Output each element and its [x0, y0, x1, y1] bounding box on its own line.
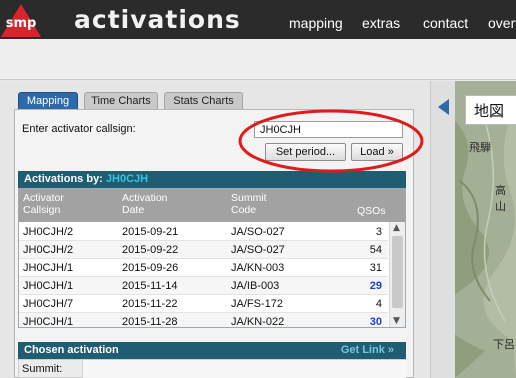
- scroll-thumb[interactable]: [392, 236, 403, 308]
- row-summit: JA/KN-022: [231, 316, 285, 328]
- table-scrollbar[interactable]: ▲ ▼: [389, 222, 405, 327]
- row-callsign: JH0CJH/1: [23, 280, 74, 292]
- site-title: activations: [74, 5, 241, 34]
- chosen-activation-header: Chosen activation Get Link »: [18, 342, 406, 359]
- activations-table: Activator Callsign Activation Date Summi…: [18, 188, 406, 328]
- terrain-icon: [455, 81, 516, 378]
- row-callsign: JH0CJH/2: [23, 226, 74, 238]
- column-qsos[interactable]: QSOs: [357, 205, 386, 217]
- nav-extras[interactable]: extras: [362, 15, 400, 31]
- nav-mapping[interactable]: mapping: [289, 15, 343, 31]
- load-button[interactable]: Load »: [351, 143, 403, 161]
- tab-stats-charts[interactable]: Stats Charts: [164, 92, 243, 110]
- activations-header-label: Activations by:: [24, 173, 103, 185]
- column-label: Date: [122, 204, 145, 216]
- table-header: Activator Callsign Activation Date Summi…: [19, 189, 405, 222]
- table-row[interactable]: JH0CJH/1 2015-09-26 JA/KN-003 31: [19, 259, 388, 277]
- row-qsos: 4: [375, 298, 382, 310]
- map-place-takayama: 高山: [495, 184, 506, 213]
- row-callsign: JH0CJH/7: [23, 298, 74, 310]
- row-qsos: 31: [369, 262, 382, 274]
- nav-contact[interactable]: contact: [423, 15, 468, 31]
- logo-text: smp: [6, 16, 37, 31]
- row-qsos: 3: [375, 226, 382, 238]
- scroll-down-icon[interactable]: ▼: [393, 316, 400, 326]
- row-summit: JA/SO-027: [231, 244, 285, 256]
- column-label: Activation: [122, 192, 168, 204]
- activations-header: Activations by: JH0CJH: [18, 171, 406, 188]
- chosen-activation-body: Summit:: [18, 359, 406, 378]
- tab-mapping[interactable]: Mapping: [18, 92, 78, 110]
- top-bar: smp activations mapping extras contact o…: [0, 0, 516, 39]
- table-row[interactable]: JH0CJH/2 2015-09-21 JA/SO-027 3: [19, 223, 388, 241]
- row-date: 2015-11-28: [122, 316, 178, 328]
- row-date: 2015-11-22: [122, 298, 178, 310]
- get-link[interactable]: Get Link »: [341, 344, 394, 356]
- row-date: 2015-09-26: [122, 262, 179, 274]
- row-summit: JA/KN-003: [231, 262, 285, 274]
- column-label: Code: [231, 204, 257, 216]
- row-summit: JA/IB-003: [231, 280, 280, 292]
- map-place-hida: 飛騨: [469, 141, 491, 154]
- activations-header-callsign: JH0CJH: [105, 173, 149, 185]
- row-qsos: 30: [369, 316, 382, 328]
- nav-overview[interactable]: overv: [488, 15, 516, 31]
- tab-time-charts[interactable]: Time Charts: [84, 92, 158, 110]
- map-place-gero: 下呂: [493, 338, 515, 351]
- callsign-label: Enter activator callsign:: [22, 123, 136, 135]
- map-view[interactable]: 地図 飛騨 高山 下呂: [455, 81, 516, 378]
- collapse-arrow-icon[interactable]: [438, 99, 450, 115]
- row-date: 2015-09-22: [122, 244, 179, 256]
- map-toggle-strip[interactable]: [430, 81, 455, 378]
- table-row[interactable]: JH0CJH/2 2015-09-22 JA/SO-027 54: [19, 241, 388, 259]
- column-label: Callsign: [23, 204, 61, 216]
- row-date: 2015-11-14: [122, 280, 178, 292]
- column-activator-callsign[interactable]: Activator Callsign: [23, 192, 64, 216]
- table-row[interactable]: JH0CJH/1 2015-11-14 JA/IB-003 29: [19, 277, 388, 295]
- chosen-activation-title: Chosen activation: [24, 344, 119, 356]
- column-label: Summit: [231, 192, 267, 204]
- row-callsign: JH0CJH/1: [23, 262, 74, 274]
- table-row[interactable]: JH0CJH/7 2015-11-22 JA/FS-172 4: [19, 295, 388, 313]
- scroll-up-icon[interactable]: ▲: [393, 223, 400, 233]
- row-date: 2015-09-21: [122, 226, 179, 238]
- smp-logo[interactable]: smp: [0, 2, 42, 38]
- app-window: smp activations mapping extras contact o…: [0, 0, 516, 378]
- row-summit: JA/SO-027: [231, 226, 285, 238]
- column-label: Activator: [23, 192, 64, 204]
- summit-value: [82, 360, 406, 378]
- row-callsign: JH0CJH/1: [23, 316, 74, 328]
- toolbar-band: [0, 39, 516, 80]
- callsign-input[interactable]: [254, 121, 403, 138]
- map-type-label[interactable]: 地図: [465, 95, 516, 125]
- row-qsos: 29: [369, 280, 382, 292]
- row-qsos: 54: [369, 244, 382, 256]
- row-summit: JA/FS-172: [231, 298, 283, 310]
- set-period-button[interactable]: Set period...: [265, 143, 346, 161]
- summit-label: Summit:: [22, 363, 63, 375]
- column-activation-date[interactable]: Activation Date: [122, 192, 168, 216]
- column-summit-code[interactable]: Summit Code: [231, 192, 267, 216]
- table-row[interactable]: JH0CJH/1 2015-11-28 JA/KN-022 30: [19, 313, 388, 328]
- row-callsign: JH0CJH/2: [23, 244, 74, 256]
